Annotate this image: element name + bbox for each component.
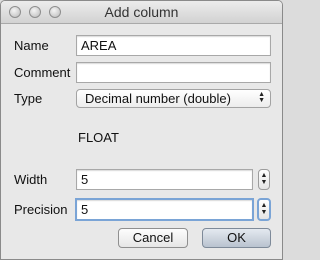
precision-stepper[interactable]: ▲ ▼ (257, 198, 271, 221)
up-down-arrows-icon: ▲ ▼ (260, 202, 268, 216)
title-bar: Add column (1, 1, 282, 24)
name-field[interactable]: AREA (76, 35, 271, 56)
width-stepper[interactable]: ▲ ▼ (258, 169, 270, 190)
precision-label: Precision (14, 202, 68, 217)
add-column-dialog: Add column Name AREA Comment Type Decima… (0, 0, 283, 260)
width-label: Width (14, 172, 48, 187)
comment-field[interactable] (76, 62, 271, 83)
type-select-value: Decimal number (double) (85, 91, 231, 106)
name-label: Name (14, 38, 49, 53)
up-down-arrows-icon: ▲ ▼ (260, 172, 268, 186)
ok-button[interactable]: OK (202, 228, 271, 248)
select-arrows-icon: ▲ ▼ (258, 91, 265, 104)
comment-label: Comment (14, 65, 71, 80)
precision-field[interactable]: 5 (75, 198, 254, 221)
type-select[interactable]: Decimal number (double) ▲ ▼ (76, 89, 271, 108)
width-field[interactable]: 5 (76, 169, 253, 190)
type-sql-text: FLOAT (78, 130, 119, 145)
cancel-button[interactable]: Cancel (118, 228, 188, 248)
type-label: Type (14, 91, 43, 106)
window-title: Add column (104, 4, 179, 20)
